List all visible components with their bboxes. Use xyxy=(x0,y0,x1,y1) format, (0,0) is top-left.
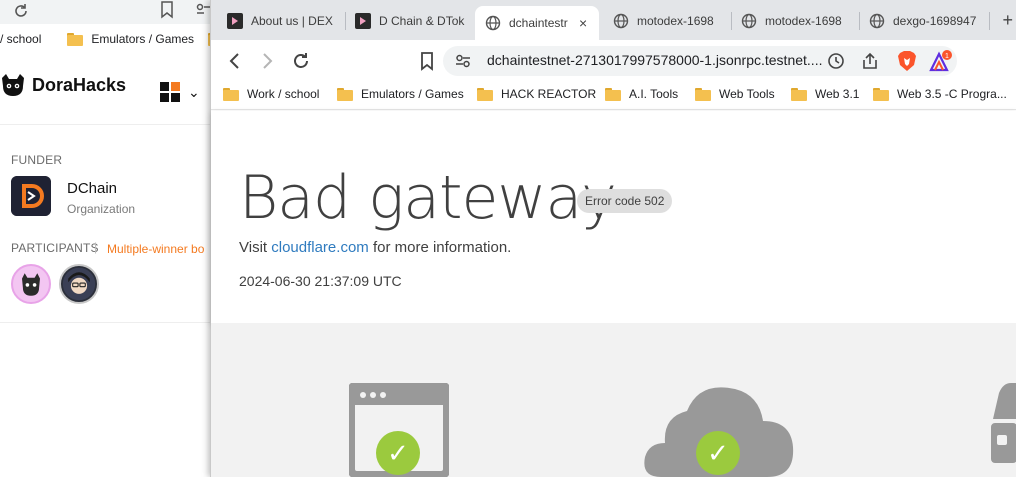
dorahacks-logo-icon xyxy=(2,74,24,96)
cloudflare-link[interactable]: cloudflare.com xyxy=(271,239,369,256)
multiple-winner-badge: Multiple-winner bo xyxy=(107,242,205,256)
globe-icon xyxy=(869,13,885,29)
share-icon[interactable] xyxy=(861,52,879,70)
reload-icon[interactable] xyxy=(12,2,30,20)
participants-label: PARTICIPANTS xyxy=(11,241,99,255)
folder-icon xyxy=(873,87,889,101)
bookmark-web-tools[interactable]: Web Tools xyxy=(695,87,775,101)
folder-icon xyxy=(695,87,711,101)
bookmark-label: HACK REACTOR xyxy=(501,87,597,101)
back-arrow-icon[interactable] xyxy=(223,49,247,73)
bookmark-work-school[interactable]: / school xyxy=(0,32,41,46)
funder-label: FUNDER xyxy=(11,153,63,167)
host-server-icon xyxy=(991,383,1016,463)
new-tab-button[interactable]: + xyxy=(1002,10,1013,31)
tab-motodex-2[interactable]: motodex-1698 xyxy=(741,6,853,36)
folder-icon xyxy=(223,87,239,101)
error-timestamp: 2024-06-30 21:37:09 UTC xyxy=(239,273,402,289)
section-divider xyxy=(0,322,212,323)
visit-prefix: Visit xyxy=(239,239,272,256)
tab-about-us[interactable]: About us | DEX xyxy=(227,6,343,36)
bookmark-ai-tools[interactable]: A.I. Tools xyxy=(605,87,678,101)
foreground-browser-window: About us | DEX D Chain & DTok dchaintest… xyxy=(210,0,1016,477)
folder-icon xyxy=(67,32,84,46)
globe-icon xyxy=(613,13,629,29)
apps-grid-icon[interactable] xyxy=(160,82,180,102)
reload-icon[interactable] xyxy=(289,49,313,73)
bookmark-icon[interactable] xyxy=(160,1,174,19)
header-divider xyxy=(0,124,212,125)
tab-label: D Chain & DTok xyxy=(379,14,465,28)
tab-label: dchaintestr xyxy=(509,16,568,30)
error-page: Bad gateway Error code 502 Visit cloudfl… xyxy=(211,111,1016,477)
url-text[interactable]: dchaintestnet-2713017997578000-1.jsonrpc… xyxy=(487,52,822,68)
tab-label: motodex-1698 xyxy=(765,14,842,28)
bookmark-label: / school xyxy=(0,32,42,46)
tab-strip: About us | DEX D Chain & DTok dchaintest… xyxy=(211,0,1016,40)
folder-icon xyxy=(477,87,493,101)
bookmark-page-icon[interactable] xyxy=(415,49,439,73)
browser-ok-check-icon: ✓ xyxy=(376,431,420,475)
folder-icon xyxy=(337,87,353,101)
browser-toolbar: dchaintestnet-2713017997578000-1.jsonrpc… xyxy=(211,40,1016,82)
bookmark-label: Web Tools xyxy=(719,87,775,101)
dex-favicon-icon xyxy=(227,13,243,29)
bookmark-work-school[interactable]: Work / school xyxy=(223,87,319,101)
close-tab-icon[interactable]: × xyxy=(579,15,587,31)
tab-separator xyxy=(859,12,860,30)
brave-shields-icon[interactable] xyxy=(897,50,917,72)
participant-avatar[interactable] xyxy=(11,264,51,304)
tab-dchain-dtoken[interactable]: D Chain & DTok xyxy=(355,6,467,36)
bookmark-web-3-5[interactable]: Web 3.5 -C Progra... xyxy=(873,87,1007,101)
dchain-logo-icon[interactable] xyxy=(11,176,51,216)
bookmarks-bar: Work / school Emulators / Games HACK REA… xyxy=(211,82,1016,110)
tab-separator xyxy=(989,12,990,30)
tab-dexgo[interactable]: dexgo-1698947 xyxy=(869,6,985,36)
globe-icon xyxy=(485,15,501,31)
participant-avatar[interactable] xyxy=(59,264,99,304)
bookmark-label: Emulators / Games xyxy=(361,87,464,101)
funder-type: Organization xyxy=(67,202,136,216)
folder-icon xyxy=(605,87,621,101)
bookmark-label: Web 3.5 -C Progra... xyxy=(897,87,1007,101)
chevron-down-icon[interactable]: ⌄ xyxy=(188,84,200,101)
tab-separator xyxy=(731,12,732,30)
funder-name[interactable]: DChain xyxy=(67,180,117,197)
tab-label: About us | DEX xyxy=(251,14,333,28)
tab-label: dexgo-1698947 xyxy=(893,14,977,28)
bookmark-label: Emulators / Games xyxy=(91,32,195,46)
dorahacks-header[interactable]: DoraHacks xyxy=(0,72,126,98)
brave-rewards-icon[interactable]: 1 xyxy=(929,50,953,72)
error-status-section: ✓ ✓ xyxy=(211,323,1016,477)
bookmark-emulators-games[interactable]: Emulators / Games xyxy=(67,32,194,46)
bookmark-hack-reactor[interactable]: HACK REACTOR xyxy=(477,87,596,101)
tab-label: motodex-1698 xyxy=(637,14,714,28)
visit-suffix: for more information. xyxy=(368,239,512,256)
tab-separator xyxy=(345,12,346,30)
folder-icon xyxy=(791,87,807,101)
history-icon[interactable] xyxy=(827,52,845,70)
dorahacks-brand: DoraHacks xyxy=(32,74,127,95)
globe-icon xyxy=(741,13,757,29)
participants-separator: | xyxy=(94,240,98,254)
site-info-icon[interactable] xyxy=(455,53,471,69)
rewards-badge-count: 1 xyxy=(945,53,949,60)
dex-favicon-icon xyxy=(355,13,371,29)
error-code-badge: Error code 502 xyxy=(577,189,673,213)
bookmark-label: A.I. Tools xyxy=(629,87,679,101)
visit-info-line: Visit cloudflare.com for more informatio… xyxy=(239,239,511,256)
tab-motodex-1[interactable]: motodex-1698 xyxy=(613,6,727,36)
bookmark-web-3-1[interactable]: Web 3.1 xyxy=(791,87,859,101)
forward-arrow-icon[interactable] xyxy=(255,49,279,73)
error-title: Bad gateway xyxy=(239,163,617,233)
cloudflare-ok-check-icon: ✓ xyxy=(696,431,740,475)
error-header-section: Bad gateway Error code 502 Visit cloudfl… xyxy=(211,111,1016,323)
tab-dchaintestnet-active[interactable]: dchaintestr × xyxy=(475,6,599,40)
bookmark-label: Web 3.1 xyxy=(815,87,860,101)
bookmark-emulators-games[interactable]: Emulators / Games xyxy=(337,87,464,101)
bookmark-label: Work / school xyxy=(247,87,320,101)
